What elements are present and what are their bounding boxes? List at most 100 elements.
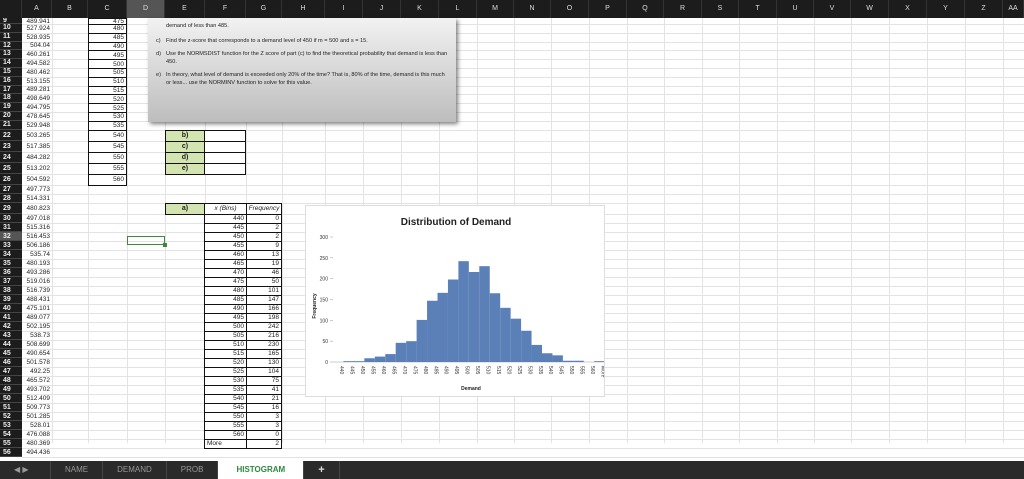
row-header-44[interactable]: 44 — [0, 339, 22, 349]
row-header-49[interactable]: 49 — [0, 384, 22, 394]
row-header-26[interactable]: 26 — [0, 173, 22, 185]
cell-a48[interactable]: 465.572 — [22, 376, 52, 385]
cell-a19[interactable]: 494.795 — [22, 103, 52, 112]
column-header-d[interactable]: D — [127, 0, 165, 18]
cell-a22[interactable]: 503.265 — [22, 130, 52, 141]
column-header-p[interactable]: P — [589, 0, 627, 18]
cell-a30[interactable]: 497.018 — [22, 214, 52, 223]
row-header-18[interactable]: 18 — [0, 94, 22, 104]
cell-a50[interactable]: 512.409 — [22, 394, 52, 403]
add-sheet-button[interactable]: + — [304, 461, 340, 479]
row-header-34[interactable]: 34 — [0, 249, 22, 259]
column-header-u[interactable]: U — [777, 0, 814, 18]
tab-name[interactable]: NAME — [51, 461, 104, 479]
row-header-11[interactable]: 11 — [0, 32, 22, 42]
cell-a42[interactable]: 502.195 — [22, 322, 52, 331]
column-header-w[interactable]: W — [851, 0, 889, 18]
arrow-right-icon[interactable]: ▶ — [22, 465, 28, 474]
column-header-e[interactable]: E — [165, 0, 205, 18]
row-header-50[interactable]: 50 — [0, 393, 22, 403]
cell-a23[interactable]: 517.385 — [22, 141, 52, 152]
arrow-left-icon[interactable]: ◀ — [14, 465, 20, 474]
row-header-33[interactable]: 33 — [0, 240, 22, 250]
row-header-35[interactable]: 35 — [0, 258, 22, 268]
cell-a56[interactable]: 494.436 — [22, 448, 52, 457]
answer-cell-e[interactable] — [204, 162, 246, 175]
row-header-48[interactable]: 48 — [0, 375, 22, 385]
row-header-40[interactable]: 40 — [0, 303, 22, 313]
row-header-39[interactable]: 39 — [0, 294, 22, 304]
row-header-32[interactable]: 32 — [0, 231, 22, 241]
tab-demand[interactable]: DEMAND — [103, 461, 167, 479]
column-header-j[interactable]: J — [363, 0, 401, 18]
cell-a38[interactable]: 516.739 — [22, 286, 52, 295]
select-all-corner[interactable] — [0, 0, 22, 18]
instructions-textbox[interactable]: demand of less than 485. c) Find the z-sc… — [148, 18, 456, 122]
cell-a20[interactable]: 478.645 — [22, 112, 52, 121]
answer-label-e[interactable]: e) — [165, 162, 205, 175]
cell-a28[interactable]: 514.331 — [22, 194, 52, 203]
column-header-v[interactable]: V — [814, 0, 851, 18]
cell-a53[interactable]: 528.01 — [22, 421, 52, 430]
cell-a25[interactable]: 513.202 — [22, 163, 52, 174]
cell-a15[interactable]: 480.462 — [22, 68, 52, 77]
row-header-12[interactable]: 12 — [0, 41, 22, 51]
cell-a10[interactable]: 527.924 — [22, 24, 52, 33]
row-header-42[interactable]: 42 — [0, 321, 22, 331]
row-header-55[interactable]: 55 — [0, 438, 22, 448]
column-header-b[interactable]: B — [52, 0, 88, 18]
cell-a54[interactable]: 476.088 — [22, 430, 52, 439]
row-header-43[interactable]: 43 — [0, 330, 22, 340]
cell-a41[interactable]: 489.077 — [22, 313, 52, 322]
row-header-23[interactable]: 23 — [0, 140, 22, 152]
column-header-i[interactable]: I — [325, 0, 363, 18]
cell-a49[interactable]: 493.702 — [22, 385, 52, 394]
histogram-chart[interactable]: Distribution of Demand Frequency Demand … — [305, 205, 605, 397]
table-frequency-cell[interactable]: 2 — [246, 438, 282, 449]
cell-a12[interactable]: 504.04 — [22, 42, 52, 51]
cell-a52[interactable]: 501.285 — [22, 412, 52, 421]
row-header-15[interactable]: 15 — [0, 68, 22, 77]
cell-a33[interactable]: 506.186 — [22, 241, 52, 250]
column-header-o[interactable]: O — [551, 0, 589, 18]
row-header-25[interactable]: 25 — [0, 162, 22, 174]
answer-label-a[interactable]: a) — [165, 202, 205, 215]
tab-histogram[interactable]: HISTOGRAM — [218, 461, 305, 479]
column-header-y[interactable]: Y — [927, 0, 965, 18]
column-header-f[interactable]: F — [205, 0, 246, 18]
cell-a16[interactable]: 513.155 — [22, 77, 52, 86]
row-header-22[interactable]: 22 — [0, 129, 22, 141]
column-header-k[interactable]: K — [401, 0, 439, 18]
cell-a29[interactable]: 480.823 — [22, 203, 52, 214]
cell-a35[interactable]: 480.193 — [22, 259, 52, 268]
row-header-16[interactable]: 16 — [0, 76, 22, 86]
row-header-47[interactable]: 47 — [0, 366, 22, 376]
row-header-13[interactable]: 13 — [0, 50, 22, 60]
selected-cell-d32[interactable] — [127, 236, 167, 247]
cell-a32[interactable]: 516.453 — [22, 232, 52, 241]
table-bin-cell[interactable]: More — [204, 438, 247, 449]
column-header-m[interactable]: M — [477, 0, 514, 18]
cell-a46[interactable]: 501.578 — [22, 358, 52, 367]
cell-a34[interactable]: 535.74 — [22, 250, 52, 259]
row-header-51[interactable]: 51 — [0, 402, 22, 412]
row-header-54[interactable]: 54 — [0, 429, 22, 439]
cell-a44[interactable]: 508.699 — [22, 340, 52, 349]
cell-a14[interactable]: 494.582 — [22, 59, 52, 68]
cell-a27[interactable]: 497.773 — [22, 185, 52, 194]
column-header-z[interactable]: Z — [965, 0, 1003, 18]
column-header-x[interactable]: X — [889, 0, 927, 18]
cell-a26[interactable]: 504.592 — [22, 174, 52, 185]
row-header-46[interactable]: 46 — [0, 357, 22, 367]
cell-c26[interactable]: 560 — [88, 173, 127, 186]
row-header-21[interactable]: 21 — [0, 120, 22, 130]
column-header-n[interactable]: N — [514, 0, 551, 18]
cell-a43[interactable]: 538.73 — [22, 331, 52, 340]
column-header-r[interactable]: R — [664, 0, 702, 18]
cell-a37[interactable]: 519.016 — [22, 277, 52, 286]
tab-prob[interactable]: PROB — [167, 461, 219, 479]
cell-a39[interactable]: 488.431 — [22, 295, 52, 304]
row-header-17[interactable]: 17 — [0, 85, 22, 95]
row-header-37[interactable]: 37 — [0, 276, 22, 286]
row-header-36[interactable]: 36 — [0, 267, 22, 277]
